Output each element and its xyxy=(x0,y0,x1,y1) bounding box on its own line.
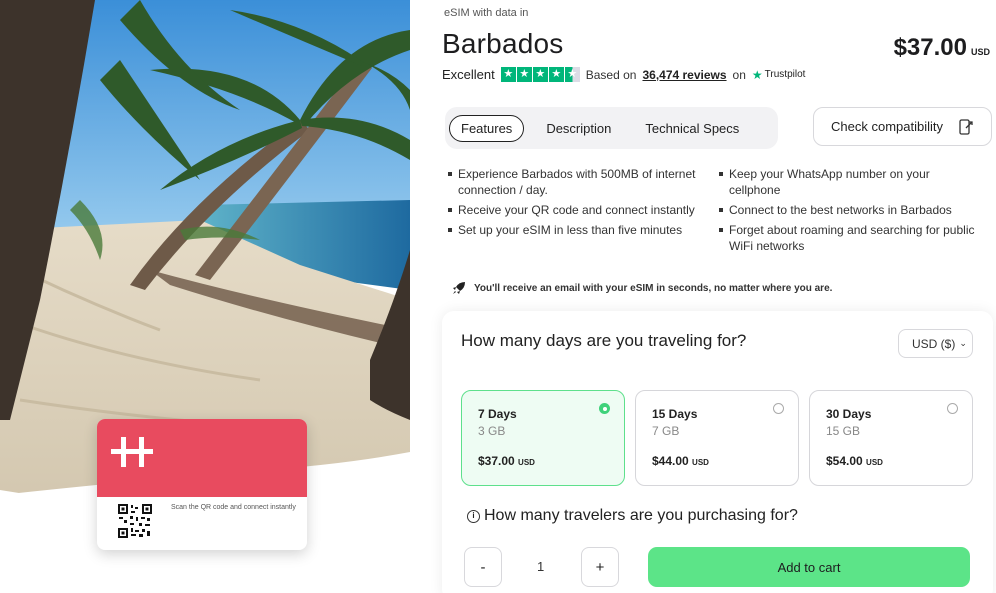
email-notice: You'll receive an email with your eSIM i… xyxy=(452,281,832,295)
half-star-icon: ★ xyxy=(564,67,580,82)
radio-icon[interactable] xyxy=(773,403,784,414)
based-on-text: Based on xyxy=(585,67,637,82)
product-page: Scan the QR code and connect instantly e… xyxy=(0,0,996,593)
radio-selected-icon[interactable] xyxy=(599,403,610,414)
plan-option-7-days[interactable]: 7 Days 3 GB $37.00 USD xyxy=(461,390,625,486)
tab-technical-specs[interactable]: Technical Specs xyxy=(633,115,751,142)
email-notice-text: You'll receive an email with your eSIM i… xyxy=(474,282,833,294)
hero-image: Scan the QR code and connect instantly xyxy=(0,0,410,593)
add-to-cart-button[interactable]: Add to cart xyxy=(648,547,970,587)
features-list: Experience Barbados with 500MB of intern… xyxy=(448,166,988,254)
star-icon: ★ xyxy=(532,67,548,82)
plan-price-currency: USD xyxy=(866,458,883,467)
price-currency: USD xyxy=(970,47,990,57)
travelers-question-text: How many travelers are you purchasing fo… xyxy=(484,507,798,524)
plan-days: 30 Days xyxy=(826,407,872,421)
tab-description[interactable]: Description xyxy=(534,115,623,142)
radio-icon[interactable] xyxy=(947,403,958,414)
rating-stars: ★ ★ ★ ★ ★ xyxy=(500,67,580,82)
product-details: eSIM with data in Barbados $37.00 USD Ex… xyxy=(442,0,996,593)
increase-quantity-button[interactable]: + xyxy=(581,547,619,587)
trustpilot-name: Trustpilot xyxy=(764,69,806,80)
trustpilot-rating: Excellent ★ ★ ★ ★ ★ Based on 36,474 revi… xyxy=(442,67,805,82)
plan-options: 7 Days 3 GB $37.00 USD 15 Days 7 GB $44.… xyxy=(461,390,973,486)
plan-price-value: $44.00 xyxy=(652,454,689,468)
qr-code-icon xyxy=(117,503,153,539)
decrease-quantity-button[interactable]: - xyxy=(464,547,502,587)
plan-price-currency: USD xyxy=(518,458,535,467)
on-text: on xyxy=(732,67,746,82)
plan-data: 15 GB xyxy=(826,424,861,438)
rating-label: Excellent xyxy=(442,67,495,82)
plan-option-30-days[interactable]: 30 Days 15 GB $54.00 USD xyxy=(809,390,973,486)
feature-item: Connect to the best networks in Barbados xyxy=(719,202,984,218)
card-caption: Scan the QR code and connect instantly xyxy=(171,504,296,511)
star-icon: ★ xyxy=(548,67,564,82)
currency-select[interactable]: USD ($) ⌄ xyxy=(898,329,973,358)
info-icon[interactable]: i xyxy=(467,509,480,523)
holafly-logo-icon xyxy=(111,437,153,467)
phone-check-icon xyxy=(959,119,973,135)
card-footer: Scan the QR code and connect instantly xyxy=(97,497,307,550)
feature-item: Receive your QR code and connect instant… xyxy=(448,202,713,218)
trustpilot-logo: ★ Trustpilot xyxy=(752,68,806,82)
purchase-panel: How many days are you traveling for? USD… xyxy=(442,311,993,593)
days-question: How many days are you traveling for? xyxy=(461,331,747,350)
star-icon: ★ xyxy=(516,67,532,82)
plan-days: 15 Days xyxy=(652,407,698,421)
plan-price-value: $37.00 xyxy=(478,454,515,468)
check-compatibility-button[interactable]: Check compatibility xyxy=(813,107,992,146)
plan-data: 3 GB xyxy=(478,424,506,438)
trustpilot-star-icon: ★ xyxy=(751,67,763,82)
product-price: $37.00 USD xyxy=(894,34,990,62)
page-title: Barbados xyxy=(442,28,564,59)
feature-item: Experience Barbados with 500MB of intern… xyxy=(448,166,713,198)
esim-card: Scan the QR code and connect instantly xyxy=(97,419,307,550)
rocket-icon xyxy=(453,282,465,294)
reviews-link[interactable]: 36,474 reviews xyxy=(642,68,726,82)
plan-price-currency: USD xyxy=(692,458,709,467)
plan-price: $44.00 USD xyxy=(652,454,709,468)
product-eyebrow: eSIM with data in xyxy=(444,7,529,19)
currency-select-value: USD ($) xyxy=(912,336,956,351)
quantity-value: 1 xyxy=(537,559,545,574)
feature-item: Set up your eSIM in less than five minut… xyxy=(448,222,713,254)
price-value: $37.00 xyxy=(893,34,967,61)
plan-days: 7 Days xyxy=(478,407,517,421)
plan-price-value: $54.00 xyxy=(826,454,863,468)
star-icon: ★ xyxy=(500,67,516,82)
tab-features[interactable]: Features xyxy=(449,114,525,142)
plan-price: $37.00 USD xyxy=(478,454,535,468)
feature-item: Forget about roaming and searching for p… xyxy=(719,222,984,254)
plan-data: 7 GB xyxy=(652,424,680,438)
feature-item: Keep your WhatsApp number on your cellph… xyxy=(719,166,984,198)
travelers-question: i How many travelers are you purchasing … xyxy=(467,507,798,525)
chevron-down-icon: ⌄ xyxy=(959,338,967,348)
plan-option-15-days[interactable]: 15 Days 7 GB $44.00 USD xyxy=(635,390,799,486)
product-tabs: Features Description Technical Specs xyxy=(445,107,778,149)
check-compatibility-label: Check compatibility xyxy=(831,119,943,134)
card-header xyxy=(97,419,307,497)
plan-price: $54.00 USD xyxy=(826,454,883,468)
